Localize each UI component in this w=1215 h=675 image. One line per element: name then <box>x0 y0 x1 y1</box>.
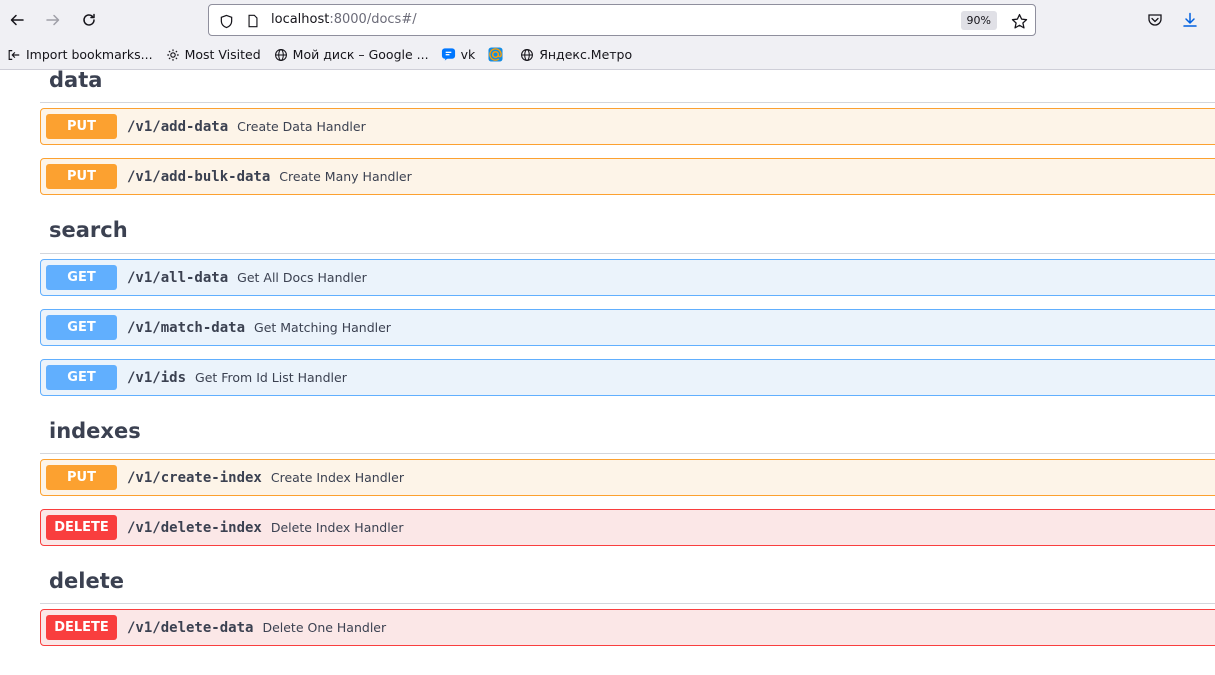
operation-summary: Get From Id List Handler <box>195 370 347 385</box>
method-badge: GET <box>46 315 117 340</box>
operation-put-add-data[interactable]: PUT /v1/add-data Create Data Handler <box>40 108 1215 145</box>
operation-delete-delete-data[interactable]: DELETE /v1/delete-data Delete One Handle… <box>40 609 1215 646</box>
pocket-icon <box>1148 14 1162 26</box>
import-icon <box>6 47 22 63</box>
shield-icon[interactable] <box>217 12 235 30</box>
reload-button[interactable] <box>77 8 101 32</box>
section-title-delete[interactable]: delete <box>49 569 124 593</box>
bookmark-label: Яндекс.Метро <box>539 47 633 62</box>
operation-summary: Delete One Handler <box>262 620 387 635</box>
browser-toolbar: localhost:8000/docs#/ 90% <box>0 0 1215 40</box>
gear-icon <box>165 47 181 63</box>
pocket-button[interactable] <box>1143 8 1167 32</box>
operation-summary: Create Data Handler <box>237 119 366 134</box>
method-badge: PUT <box>46 164 117 189</box>
operation-put-create-index[interactable]: PUT /v1/create-index Create Index Handle… <box>40 459 1215 496</box>
section-title-search[interactable]: search <box>49 218 128 242</box>
bookmarks-bar: Import bookmarks... Most Visited Мой дис… <box>0 40 1215 70</box>
bookmark-mail[interactable] <box>487 47 507 63</box>
operation-get-all-data[interactable]: GET /v1/all-data Get All Docs Handler <box>40 259 1215 296</box>
method-badge: DELETE <box>46 615 117 640</box>
back-button[interactable] <box>5 8 29 32</box>
method-badge: PUT <box>46 465 117 490</box>
bookmark-star-icon[interactable] <box>1009 11 1029 31</box>
operation-path: /v1/match-data <box>127 319 246 336</box>
arrow-right-icon <box>46 14 60 26</box>
url-host: localhost <box>271 12 330 27</box>
section-divider <box>40 102 1215 103</box>
bookmark-yandex-metro[interactable]: Яндекс.Метро <box>519 47 632 63</box>
section-divider <box>40 453 1215 454</box>
swagger-content: data PUT /v1/add-data Create Data Handle… <box>0 70 1215 675</box>
bookmark-google-drive[interactable]: Мой диск – Google ... <box>273 47 429 63</box>
section-divider <box>40 253 1215 254</box>
bookmark-label: Import bookmarks... <box>26 47 153 62</box>
section-divider <box>40 603 1215 604</box>
method-badge: GET <box>46 365 117 390</box>
globe-icon <box>273 47 289 63</box>
operation-get-ids[interactable]: GET /v1/ids Get From Id List Handler <box>40 359 1215 396</box>
globe-icon <box>519 47 535 63</box>
forward-button[interactable] <box>41 8 65 32</box>
bookmark-import[interactable]: Import bookmarks... <box>6 47 153 63</box>
arrow-left-icon <box>10 14 24 26</box>
operation-get-match-data[interactable]: GET /v1/match-data Get Matching Handler <box>40 309 1215 346</box>
operation-delete-delete-index[interactable]: DELETE /v1/delete-index Delete Index Han… <box>40 509 1215 546</box>
downloads-button[interactable] <box>1178 8 1202 32</box>
operation-path: /v1/delete-index <box>127 519 262 536</box>
download-icon <box>1183 12 1197 27</box>
reload-icon <box>83 13 95 26</box>
chat-icon <box>441 47 457 63</box>
zoom-badge[interactable]: 90% <box>960 11 997 30</box>
operation-path: /v1/delete-data <box>127 619 254 636</box>
method-badge: DELETE <box>46 515 117 540</box>
method-badge: GET <box>46 265 117 290</box>
url-bar[interactable]: localhost:8000/docs#/ 90% <box>208 4 1036 36</box>
operation-path: /v1/add-bulk-data <box>127 168 271 185</box>
url-text[interactable]: localhost:8000/docs#/ <box>271 12 417 27</box>
bookmark-label: Мой диск – Google ... <box>292 47 429 62</box>
bookmark-label: vk <box>460 47 476 62</box>
page-icon[interactable] <box>244 12 262 30</box>
bookmark-label: Most Visited <box>184 47 261 62</box>
operation-summary: Create Many Handler <box>279 169 412 184</box>
operation-summary: Get Matching Handler <box>254 320 391 335</box>
section-title-data[interactable]: data <box>49 70 102 92</box>
bookmark-vk[interactable]: vk <box>441 47 476 63</box>
operation-put-add-bulk-data[interactable]: PUT /v1/add-bulk-data Create Many Handle… <box>40 158 1215 195</box>
operation-summary: Create Index Handler <box>270 470 404 485</box>
operation-summary: Delete Index Handler <box>270 520 404 535</box>
operation-path: /v1/all-data <box>127 269 229 286</box>
bookmark-most-visited[interactable]: Most Visited <box>165 47 261 63</box>
operation-path: /v1/create-index <box>127 469 262 486</box>
operation-path: /v1/ids <box>127 369 187 386</box>
operation-summary: Get All Docs Handler <box>237 270 367 285</box>
url-path: :8000/docs#/ <box>329 12 417 27</box>
method-badge: PUT <box>46 114 117 139</box>
section-title-indexes[interactable]: indexes <box>49 419 141 443</box>
mail-icon <box>487 47 503 63</box>
operation-path: /v1/add-data <box>127 118 229 135</box>
